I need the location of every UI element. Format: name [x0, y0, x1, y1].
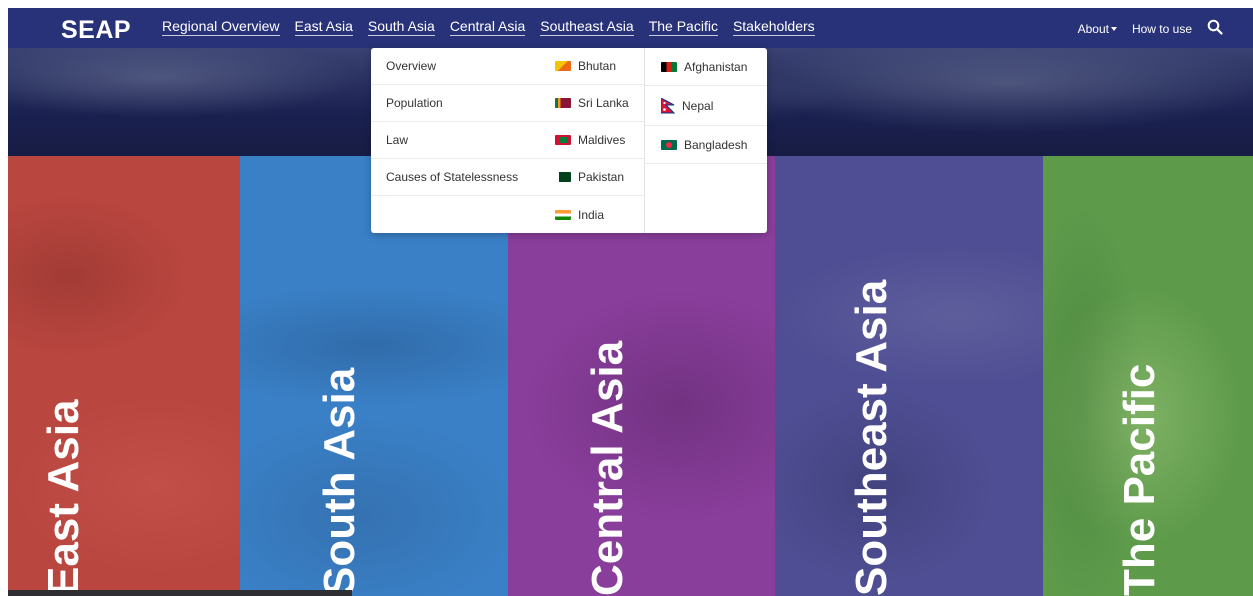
menu-item-population[interactable]: Population — [386, 96, 443, 110]
dropdown-row: Bangladesh — [645, 126, 767, 164]
country-label: Bhutan — [578, 59, 617, 73]
menu-item-nepal[interactable]: Nepal — [661, 97, 714, 114]
dropdown-column-countries: Afghanistan Nepal Bangladesh — [645, 48, 767, 233]
bottom-dark-strip — [8, 590, 352, 596]
dropdown-row: India — [371, 196, 644, 233]
menu-item-overview[interactable]: Overview — [386, 59, 436, 73]
menu-item-bhutan[interactable]: Bhutan — [555, 59, 616, 73]
search-icon[interactable] — [1207, 19, 1223, 38]
region-panel-southeast-asia[interactable]: Southeast Asia — [775, 156, 1043, 596]
site-logo[interactable]: SEAP — [61, 16, 131, 45]
about-label: About — [1077, 21, 1109, 36]
panel-photo-texture — [775, 156, 1043, 596]
country-label: Afghanistan — [684, 59, 748, 74]
menu-item-maldives[interactable]: Maldives — [555, 133, 625, 147]
region-panel-east-asia[interactable]: East Asia — [8, 156, 240, 596]
dropdown-row: Population Sri Lanka — [371, 85, 644, 122]
bangladesh-flag-icon — [661, 139, 677, 150]
nav-link-southeast-asia[interactable]: Southeast Asia — [540, 18, 634, 36]
country-label: Pakistan — [578, 170, 625, 184]
country-label: Nepal — [682, 98, 714, 113]
dropdown-row: Law Maldives — [371, 122, 644, 159]
region-panel-label: Southeast Asia — [847, 279, 896, 596]
menu-item-causes-of-statelessness[interactable]: Causes of Statelessness — [386, 170, 518, 184]
region-panel-label: East Asia — [39, 399, 88, 596]
secondary-nav: About How to use — [1078, 19, 1223, 38]
region-panel-label: South Asia — [315, 367, 364, 596]
menu-item-law[interactable]: Law — [386, 133, 408, 147]
region-panel-label: Central Asia — [583, 340, 632, 596]
region-panel-label: The Pacific — [1115, 363, 1164, 596]
nepal-flag-icon — [661, 97, 675, 113]
nav-link-the-pacific[interactable]: The Pacific — [648, 18, 718, 36]
nav-link-regional-overview[interactable]: Regional Overview — [162, 18, 280, 36]
page: SEAP Regional Overview East Asia South A… — [8, 8, 1253, 596]
country-label: Sri Lanka — [578, 96, 629, 110]
menu-item-sri-lanka[interactable]: Sri Lanka — [555, 96, 629, 110]
dropdown-column-topics: Overview Bhutan Population Sri Lanka Law… — [371, 48, 645, 233]
pakistan-flag-icon — [555, 172, 571, 182]
nav-link-central-asia[interactable]: Central Asia — [449, 18, 526, 36]
menu-item-pakistan[interactable]: Pakistan — [555, 170, 624, 184]
menu-item-afghanistan[interactable]: Afghanistan — [661, 60, 747, 74]
dropdown-row: Causes of Statelessness Pakistan — [371, 159, 644, 196]
bhutan-flag-icon — [555, 61, 571, 71]
south-asia-dropdown-menu: Overview Bhutan Population Sri Lanka Law… — [371, 48, 767, 233]
how-to-use-link[interactable]: How to use — [1132, 22, 1192, 36]
country-label: India — [578, 207, 605, 222]
menu-item-india[interactable]: India — [555, 208, 604, 222]
nav-link-east-asia[interactable]: East Asia — [294, 18, 353, 36]
dropdown-row: Afghanistan — [645, 48, 767, 86]
nav-link-stakeholders[interactable]: Stakeholders — [732, 18, 815, 36]
india-flag-icon — [555, 209, 571, 220]
maldives-flag-icon — [555, 135, 571, 145]
country-label: Maldives — [578, 133, 626, 147]
about-menu[interactable]: About — [1078, 22, 1117, 36]
afghanistan-flag-icon — [661, 61, 677, 72]
country-label: Bangladesh — [684, 137, 748, 152]
caret-down-icon — [1110, 27, 1117, 32]
region-panel-the-pacific[interactable]: The Pacific — [1043, 156, 1253, 596]
dropdown-row: Overview Bhutan — [371, 48, 644, 85]
sri-lanka-flag-icon — [555, 98, 571, 108]
menu-item-bangladesh[interactable]: Bangladesh — [661, 138, 747, 152]
dropdown-row: Nepal — [645, 86, 767, 126]
main-nav-links: Regional Overview East Asia South Asia C… — [162, 18, 815, 36]
top-navigation-bar: SEAP Regional Overview East Asia South A… — [8, 8, 1253, 48]
nav-link-south-asia[interactable]: South Asia — [367, 18, 435, 36]
